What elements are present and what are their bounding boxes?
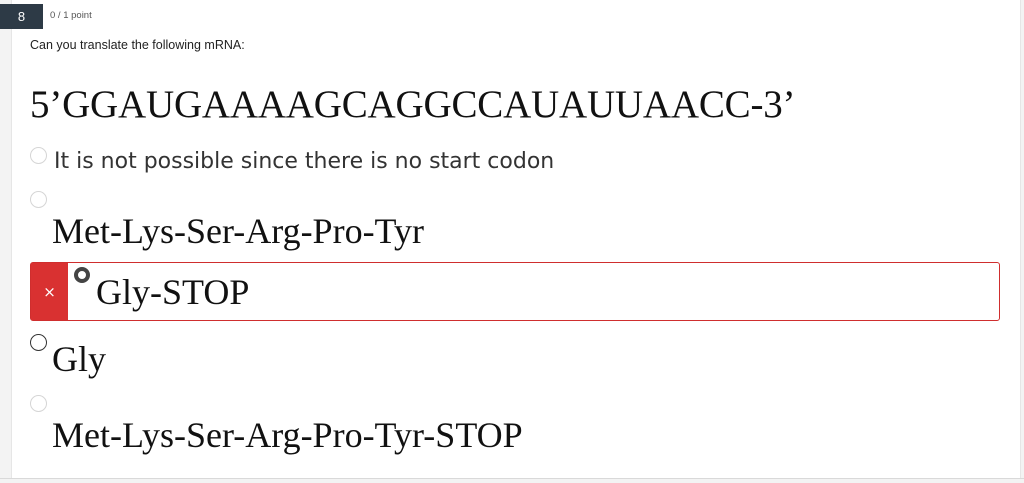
option-2-label[interactable]: Met-Lys-Ser-Arg-Pro-Tyr (52, 210, 424, 252)
question-number-badge: 8 (0, 4, 43, 29)
option-5-label[interactable]: Met-Lys-Ser-Arg-Pro-Tyr-STOP (52, 414, 523, 456)
divider (0, 478, 1024, 479)
question-points: 0 / 1 point (50, 10, 92, 21)
option-1-label[interactable]: It is not possible since there is no sta… (54, 149, 554, 174)
option-5-radio[interactable] (30, 395, 47, 412)
option-2-radio[interactable] (30, 191, 47, 208)
option-3-radio[interactable] (74, 267, 90, 283)
option-4-label[interactable]: Gly (52, 338, 106, 380)
option-4-radio[interactable] (30, 334, 47, 351)
mrna-sequence: 5’GGAUGAAAAGCAGGCCAUAUUAACC-3’ (30, 83, 796, 126)
option-1-radio[interactable] (30, 147, 47, 164)
option-3-label[interactable]: Gly-STOP (96, 271, 249, 313)
question-prompt: Can you translate the following mRNA: (30, 38, 245, 52)
close-icon: × (31, 263, 68, 320)
